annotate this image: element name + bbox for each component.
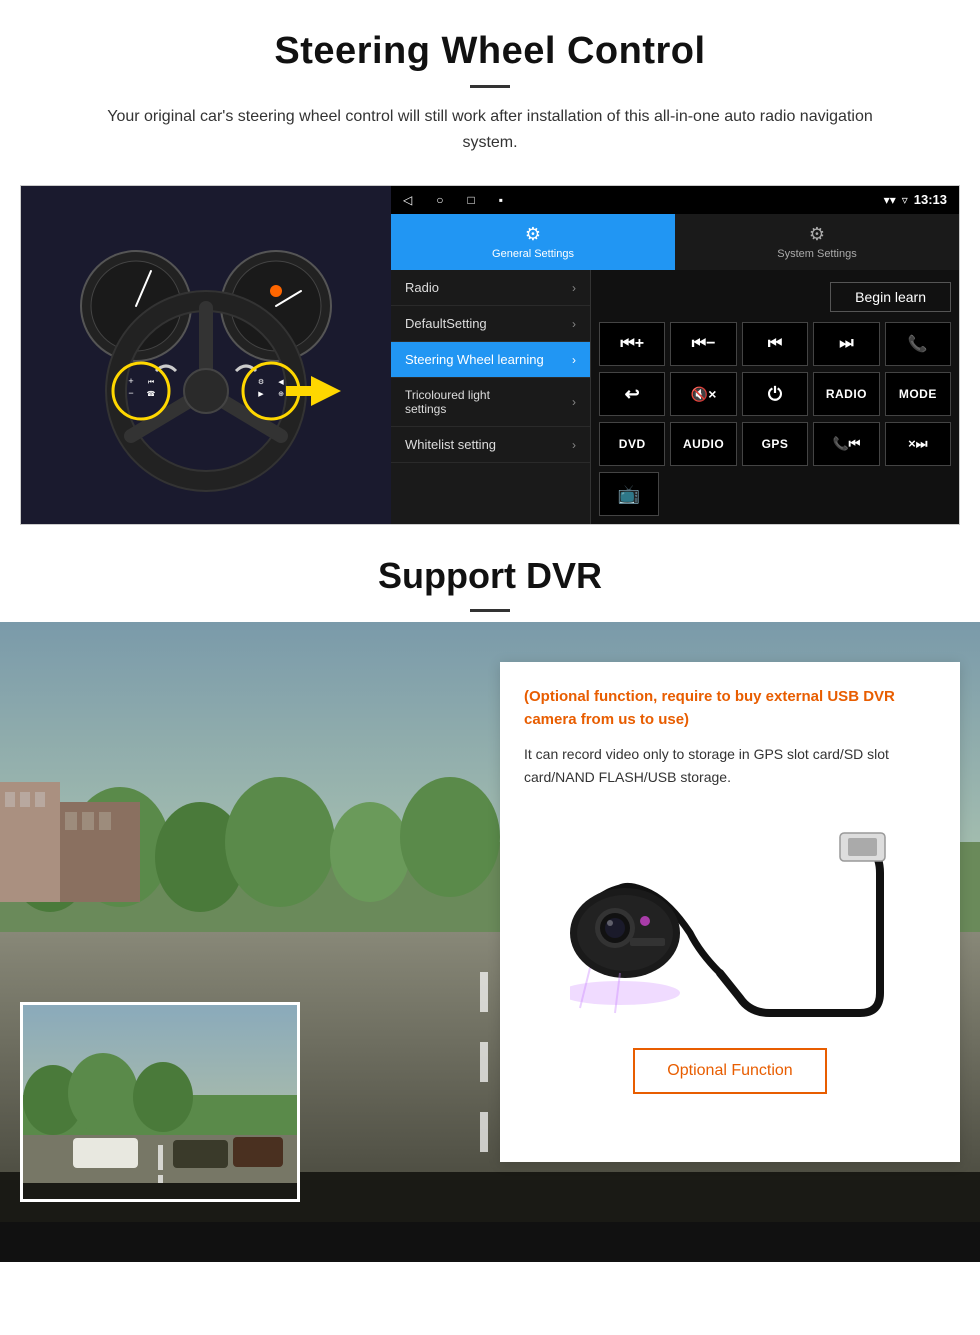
ctrl-row-4: 📺 — [599, 472, 951, 516]
ctrl-mute[interactable]: 🔇× — [670, 372, 736, 416]
menu-item-tricoloured[interactable]: Tricoloured lightsettings › — [391, 378, 590, 427]
ctrl-vol-down[interactable]: ⏮− — [670, 322, 736, 366]
dvr-title: Support DVR — [20, 555, 960, 597]
svg-text:⏮: ⏮ — [148, 379, 154, 386]
steering-controls-panel: Begin learn ⏮+ ⏮− ⏮ ⏭ 📞 ↩ 🔇× ⏻ RADIO MOD… — [591, 270, 959, 524]
status-time: 13:13 — [914, 192, 947, 207]
dvr-section-header: Support DVR — [0, 525, 980, 622]
menu-steering-label: Steering Wheel learning — [405, 352, 544, 367]
ctrl-prev-track[interactable]: ⏮ — [742, 322, 808, 366]
dvr-thumb-scene — [23, 1005, 300, 1202]
ctrl-back[interactable]: ↩ — [599, 372, 665, 416]
steering-demo-container: + − ⏮ ☎ ⚙ ▶ ◀ ⊕ ◁ ○ □ ▪ ▾▾ ▿ — [20, 185, 960, 525]
ctrl-phone-prev[interactable]: 📞⏮ — [813, 422, 879, 466]
nav-icons: ◁ ○ □ ▪ — [403, 193, 503, 207]
menu-default-label: DefaultSetting — [405, 316, 487, 331]
begin-learn-button[interactable]: Begin learn — [830, 282, 951, 312]
recent-icon[interactable]: □ — [467, 193, 474, 207]
menu-icon[interactable]: ▪ — [499, 193, 503, 207]
dvr-thumb-inner — [23, 1005, 297, 1199]
page-title: Steering Wheel Control — [20, 30, 960, 73]
android-status-bar: ◁ ○ □ ▪ ▾▾ ▿ 13:13 — [391, 186, 959, 213]
svg-text:−: − — [128, 388, 133, 398]
steering-wheel-illustration: + − ⏮ ☎ ⚙ ▶ ◀ ⊕ — [56, 216, 356, 496]
ctrl-row-3: DVD AUDIO GPS 📞⏮ ×⏭ — [599, 422, 951, 466]
chevron-icon: › — [572, 438, 576, 452]
begin-learn-row: Begin learn — [599, 278, 951, 316]
svg-text:⚙: ⚙ — [258, 378, 264, 386]
dvr-street-photo: (Optional function, require to buy exter… — [0, 622, 980, 1262]
chevron-icon: › — [572, 317, 576, 331]
dvr-camera-svg — [570, 813, 890, 1023]
settings-menu-list: Radio › DefaultSetting › Steering Wheel … — [391, 270, 591, 524]
ctrl-radio[interactable]: RADIO — [813, 372, 879, 416]
svg-text:☎: ☎ — [147, 390, 156, 398]
menu-tricoloured-label: Tricoloured lightsettings — [405, 388, 490, 416]
ctrl-gps[interactable]: GPS — [742, 422, 808, 466]
ctrl-row-2: ↩ 🔇× ⏻ RADIO MODE — [599, 372, 951, 416]
settings-tab-bar: ⚙ General Settings ⚙ System Settings — [391, 214, 959, 271]
menu-item-default-setting[interactable]: DefaultSetting › — [391, 306, 590, 342]
gear-icon: ⚙ — [525, 224, 541, 245]
tab-system-label: System Settings — [777, 248, 856, 260]
optional-function-button[interactable]: Optional Function — [633, 1048, 826, 1094]
back-icon[interactable]: ◁ — [403, 193, 412, 207]
tab-system-settings[interactable]: ⚙ System Settings — [675, 214, 959, 271]
ctrl-dvd[interactable]: DVD — [599, 422, 665, 466]
svg-text:▶: ▶ — [258, 391, 264, 398]
system-icon: ⚙ — [809, 224, 825, 245]
home-icon[interactable]: ○ — [436, 193, 443, 207]
ctrl-mode[interactable]: MODE — [885, 372, 951, 416]
wifi-icon: ▿ — [902, 193, 908, 207]
menu-item-radio[interactable]: Radio › — [391, 270, 590, 306]
status-right: ▾▾ ▿ 13:13 — [884, 192, 947, 207]
steering-wheel-photo: + − ⏮ ☎ ⚙ ▶ ◀ ⊕ — [21, 186, 391, 525]
ctrl-audio[interactable]: AUDIO — [670, 422, 736, 466]
ctrl-screen[interactable]: 📺 — [599, 472, 659, 516]
dvr-info-card: (Optional function, require to buy exter… — [500, 662, 960, 1162]
tab-general-settings[interactable]: ⚙ General Settings — [391, 214, 675, 271]
signal-icon: ▾▾ — [884, 193, 896, 207]
ctrl-next-skip[interactable]: ×⏭ — [885, 422, 951, 466]
dvr-camera-product — [524, 808, 936, 1028]
dvr-thumbnail — [20, 1002, 300, 1202]
menu-item-whitelist[interactable]: Whitelist setting › — [391, 427, 590, 463]
dvr-title-divider — [470, 609, 510, 612]
svg-text:◀: ◀ — [278, 379, 284, 386]
tab-general-label: General Settings — [492, 248, 574, 260]
menu-controls-area: Radio › DefaultSetting › Steering Wheel … — [391, 270, 959, 524]
ctrl-phone[interactable]: 📞 — [885, 322, 951, 366]
steering-section-header: Steering Wheel Control Your original car… — [0, 0, 980, 165]
svg-text:+: + — [128, 376, 133, 386]
dvr-section: Support DVR — [0, 525, 980, 1262]
menu-whitelist-label: Whitelist setting — [405, 437, 496, 452]
chevron-icon: › — [572, 281, 576, 295]
ctrl-next-track[interactable]: ⏭ — [813, 322, 879, 366]
ctrl-power[interactable]: ⏻ — [742, 372, 808, 416]
section-description: Your original car's steering wheel contr… — [80, 104, 900, 155]
menu-item-steering-wheel[interactable]: Steering Wheel learning › — [391, 342, 590, 378]
ctrl-vol-up[interactable]: ⏮+ — [599, 322, 665, 366]
dvr-optional-text: (Optional function, require to buy exter… — [524, 686, 936, 731]
chevron-icon: › — [572, 395, 576, 409]
title-divider — [470, 85, 510, 88]
ctrl-row-1: ⏮+ ⏮− ⏮ ⏭ 📞 — [599, 322, 951, 366]
dvr-description: It can record video only to storage in G… — [524, 743, 936, 788]
menu-radio-label: Radio — [405, 280, 439, 295]
android-ui-panel: ◁ ○ □ ▪ ▾▾ ▿ 13:13 ⚙ General Settings ⚙ … — [391, 186, 959, 524]
chevron-icon: › — [572, 353, 576, 367]
svg-text:⊕: ⊕ — [278, 391, 284, 398]
